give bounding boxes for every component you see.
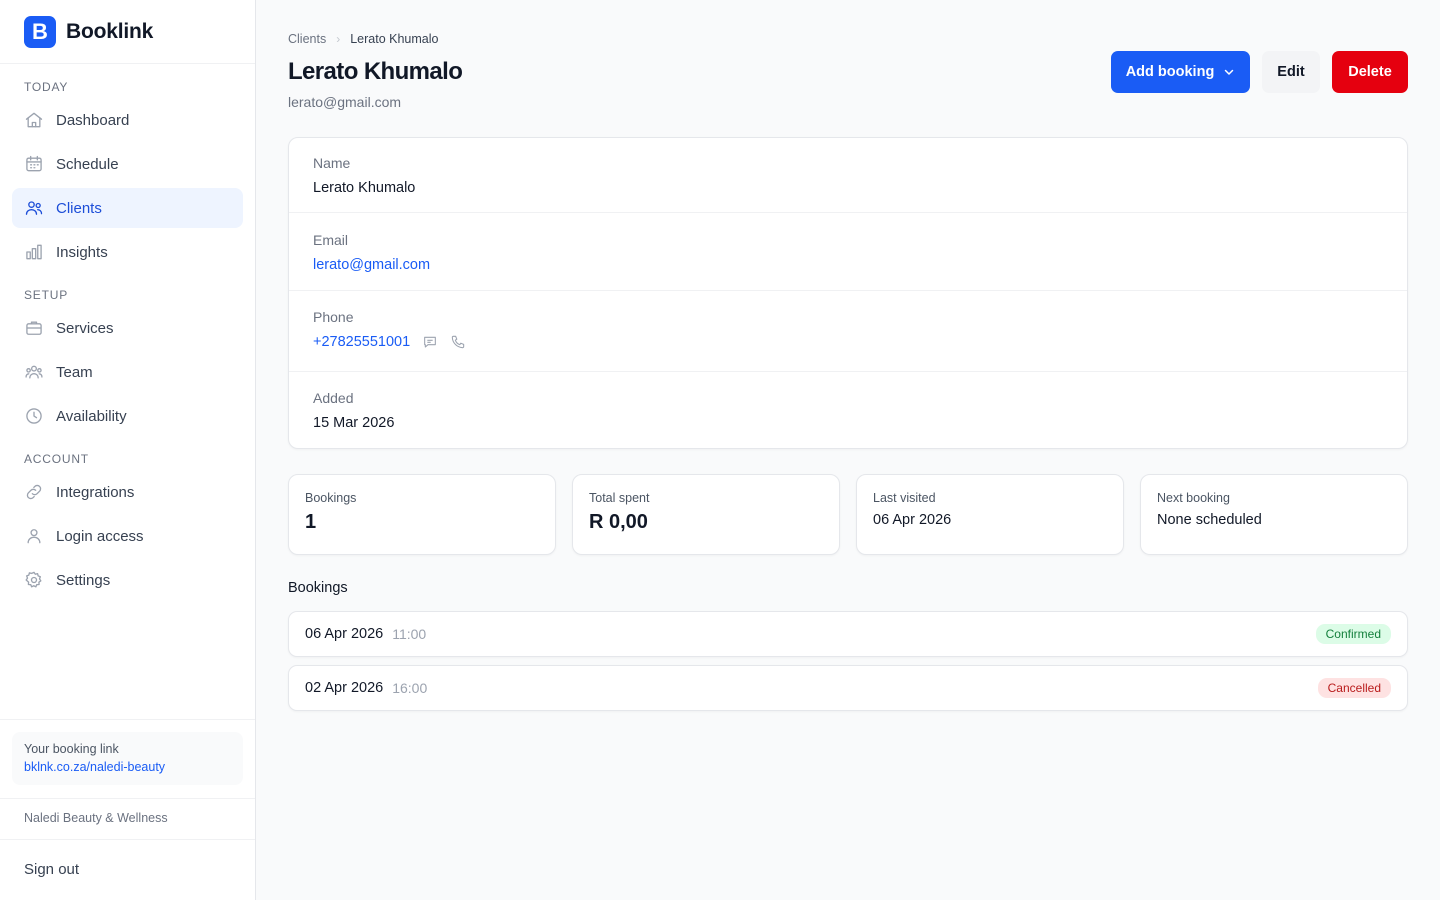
delete-button[interactable]: Delete	[1332, 51, 1408, 93]
booking-date: 02 Apr 2026	[305, 680, 384, 696]
add-booking-label: Add booking	[1125, 64, 1215, 80]
breadcrumb-current: Lerato Khumalo	[350, 32, 439, 46]
phone-row: +27825551001	[313, 334, 1407, 350]
field-label: Email	[313, 232, 349, 248]
status-badge: Confirmed	[1315, 624, 1391, 644]
add-booking-button[interactable]: Add booking	[1111, 51, 1250, 93]
booking-link-url[interactable]: bklnk.co.za/naledi-beauty	[24, 760, 231, 774]
sidebar-item-label: Dashboard	[56, 111, 130, 129]
stat-last-visited: Last visited 06 Apr 2026	[856, 474, 1124, 555]
sidebar-item-services[interactable]: Services	[12, 308, 243, 348]
booking-time: 16:00	[392, 680, 428, 696]
booking-row[interactable]: 06 Apr 2026 11:00 Confirmed	[288, 611, 1408, 657]
field-label: Phone	[313, 309, 354, 325]
users-icon	[25, 201, 43, 215]
sidebar-item-schedule[interactable]: Schedule	[12, 144, 243, 184]
brand[interactable]: B Booklink	[0, 0, 255, 64]
booking-link-title: Your booking link	[24, 742, 119, 756]
sidebar-item-availability[interactable]: Availability	[12, 396, 243, 436]
status-badge: Cancelled	[1317, 678, 1391, 698]
booking-row[interactable]: 02 Apr 2026 16:00 Cancelled	[288, 665, 1408, 711]
stat-label: Total spent	[589, 491, 650, 505]
sidebar-divider	[0, 798, 255, 799]
sidebar-divider	[0, 839, 255, 840]
stat-value: 06 Apr 2026	[873, 512, 952, 528]
page-title: Lerato Khumalo	[288, 58, 463, 85]
section-label-account: ACCOUNT	[24, 452, 89, 466]
business-name: Naledi Beauty & Wellness	[24, 811, 168, 825]
field-divider	[289, 212, 1407, 213]
sidebar-item-clients[interactable]: Clients	[12, 188, 243, 228]
sidebar-item-label: Schedule	[56, 155, 119, 173]
field-added: Added 15 Mar 2026	[289, 390, 1407, 431]
sidebar-item-integrations[interactable]: Integrations	[12, 472, 243, 512]
stat-next-booking: Next booking None scheduled	[1140, 474, 1408, 555]
sidebar-item-dashboard[interactable]: Dashboard	[12, 100, 243, 140]
email-link[interactable]: lerato@gmail.com	[313, 257, 1407, 273]
bar-chart-icon	[26, 244, 42, 260]
sign-out-button[interactable]: Sign out	[24, 861, 79, 878]
stat-label: Last visited	[873, 491, 936, 505]
section-label-today: TODAY	[24, 80, 69, 94]
clock-icon	[26, 408, 42, 424]
field-phone: Phone +27825551001	[289, 309, 1407, 350]
bookings-section-title: Bookings	[288, 580, 348, 596]
client-details-card: Name Lerato Khumalo Email lerato@gmail.c…	[288, 137, 1408, 449]
field-value: 15 Mar 2026	[313, 415, 395, 431]
team-icon	[25, 365, 43, 379]
message-icon[interactable]	[422, 334, 438, 350]
stat-value: 1	[305, 511, 317, 533]
sidebar-item-label: Team	[56, 363, 93, 381]
phone-link[interactable]: +27825551001	[313, 334, 410, 350]
breadcrumb-clients[interactable]: Clients	[288, 32, 326, 46]
field-label: Name	[313, 155, 351, 171]
field-divider	[289, 371, 1407, 372]
booking-time: 11:00	[392, 626, 427, 642]
breadcrumb-separator: ›	[336, 32, 341, 46]
sidebar: B Booklink TODAY Dashboard Schedule Clie…	[0, 0, 256, 900]
stat-label: Bookings	[305, 491, 357, 505]
home-icon	[25, 112, 43, 128]
stat-label: Next booking	[1157, 491, 1230, 505]
briefcase-icon	[26, 321, 42, 335]
stat-total-spent: Total spent R 0,00	[572, 474, 840, 555]
stat-value: None scheduled	[1157, 512, 1262, 528]
booking-date: 06 Apr 2026	[305, 626, 384, 642]
stat-value: R 0,00	[589, 511, 648, 533]
section-label-setup: SETUP	[24, 288, 69, 302]
calendar-icon	[26, 155, 42, 172]
phone-icon[interactable]	[450, 334, 466, 350]
field-email: Email lerato@gmail.com	[289, 232, 1407, 273]
user-icon	[27, 529, 41, 544]
gear-icon	[25, 571, 42, 588]
edit-button[interactable]: Edit	[1262, 51, 1320, 93]
brand-name: Booklink	[66, 19, 154, 43]
sidebar-item-label: Integrations	[56, 483, 135, 501]
sidebar-item-label: Login access	[56, 527, 144, 545]
sidebar-item-label: Availability	[56, 407, 127, 425]
page-subtitle: lerato@gmail.com	[288, 94, 402, 110]
field-value: Lerato Khumalo	[313, 180, 416, 196]
sidebar-item-insights[interactable]: Insights	[12, 232, 243, 272]
chevron-down-icon	[1225, 69, 1234, 75]
brand-logo: B	[24, 15, 56, 48]
breadcrumb: Clients › Lerato Khumalo	[288, 32, 438, 46]
sidebar-item-login-access[interactable]: Login access	[12, 516, 243, 556]
sidebar-item-label: Settings	[56, 571, 111, 589]
sidebar-item-label: Services	[56, 319, 114, 337]
field-name: Name Lerato Khumalo	[289, 155, 1407, 196]
booking-link-box: Your booking link bklnk.co.za/naledi-bea…	[12, 732, 243, 785]
field-divider	[289, 290, 1407, 291]
sidebar-item-label: Clients	[56, 199, 102, 217]
stat-bookings: Bookings 1	[288, 474, 556, 555]
sidebar-item-team[interactable]: Team	[12, 352, 243, 392]
sidebar-item-settings[interactable]: Settings	[12, 560, 243, 600]
field-label: Added	[313, 390, 354, 406]
sidebar-divider	[0, 719, 255, 720]
sidebar-item-label: Insights	[56, 243, 108, 261]
link-icon	[26, 484, 42, 500]
